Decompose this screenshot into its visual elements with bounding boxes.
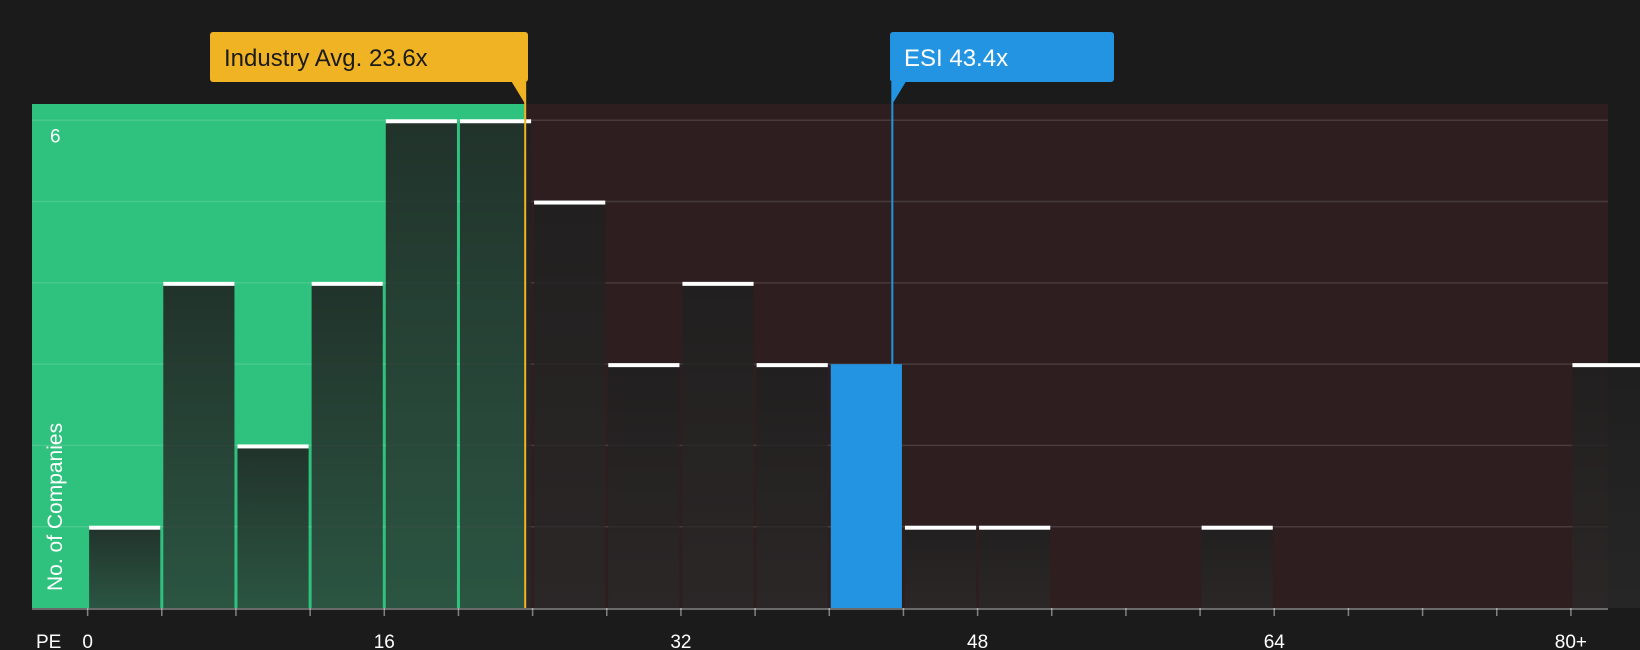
bar-top	[756, 363, 828, 368]
bar-top	[1572, 363, 1640, 368]
bar-top	[979, 525, 1051, 530]
bar	[979, 526, 1051, 608]
bar	[904, 526, 977, 608]
bar-top	[608, 363, 680, 368]
x-tick-label: 64	[1264, 632, 1286, 650]
x-tick-label: 0	[82, 632, 93, 650]
callout-label: ESI 43.4x	[904, 45, 1008, 72]
bar	[756, 364, 828, 608]
bar	[385, 120, 457, 609]
bar	[89, 526, 161, 608]
bar-top	[311, 281, 383, 286]
bar	[459, 120, 532, 609]
highlight-bar	[830, 364, 902, 608]
bar-top	[459, 119, 532, 124]
bar-top	[1201, 525, 1273, 530]
y-axis-label: No. of Companies	[44, 423, 67, 591]
bar	[1201, 526, 1273, 608]
x-tick-label: 48	[967, 632, 988, 650]
x-tick-label: 16	[374, 632, 395, 650]
pe-distribution-chart: Industry Avg. 23.6x ESI 43.4x PE No. of C…	[32, 32, 1640, 650]
callout-label: Industry Avg. 23.6x	[224, 45, 428, 72]
bar-top	[682, 281, 754, 286]
bar-top	[163, 281, 235, 286]
bar-top	[534, 200, 606, 205]
bar	[682, 282, 754, 608]
x-tick-label: 80+	[1555, 632, 1587, 650]
callout-pointer	[892, 81, 907, 104]
bar	[163, 282, 235, 608]
bar-top	[904, 525, 977, 530]
x-tick-label: 32	[670, 632, 691, 650]
x-axis-label: PE	[36, 632, 61, 650]
bar-top	[89, 525, 161, 530]
bar	[534, 201, 606, 608]
bar	[311, 282, 383, 608]
y-tick-label: 6	[50, 126, 61, 147]
bar	[1572, 364, 1640, 608]
callout-pointer	[511, 81, 526, 104]
bar	[237, 445, 309, 608]
bar-top	[385, 119, 457, 124]
bar-top	[237, 444, 309, 449]
bar	[608, 364, 680, 608]
